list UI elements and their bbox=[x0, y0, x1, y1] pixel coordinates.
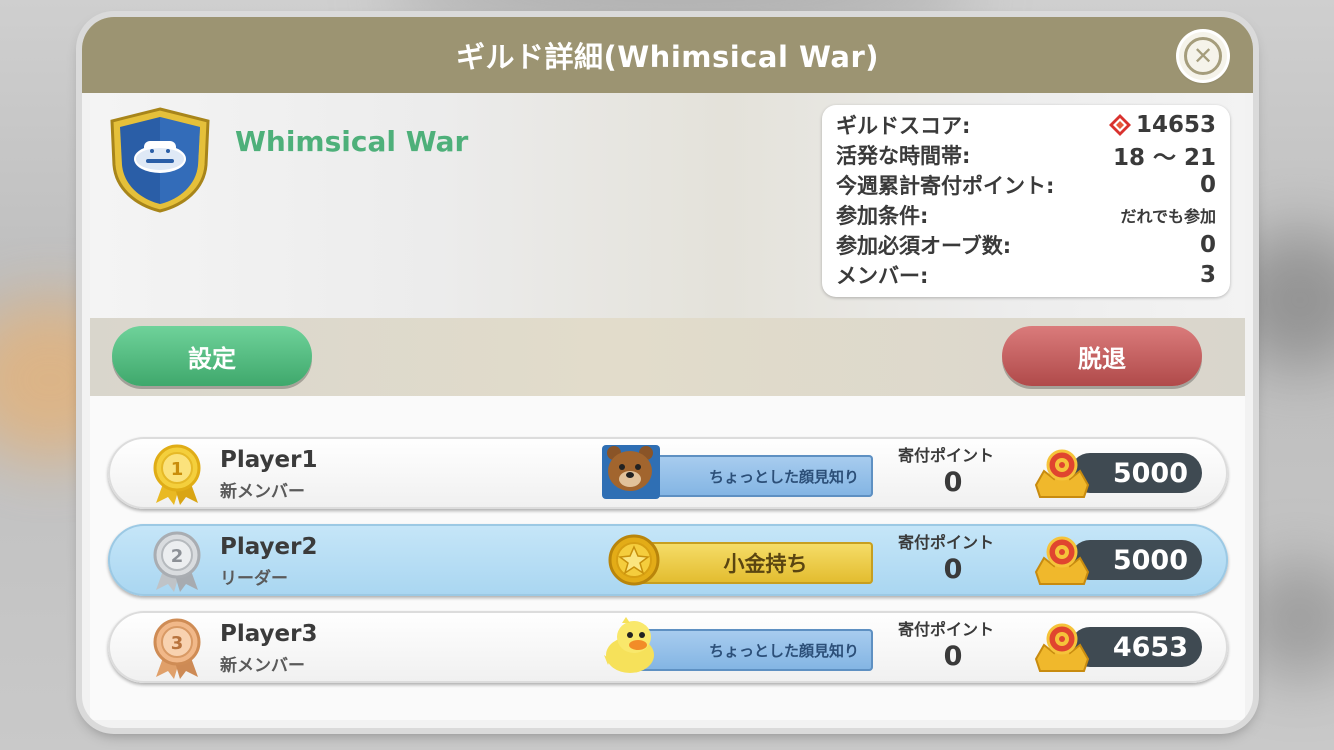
member-row[interactable]: 2 Player2 リーダー 小金持ち 寄付ポイント 0 5000 bbox=[108, 524, 1228, 596]
guild-score-value: 14653 bbox=[1135, 112, 1216, 138]
close-icon: ✕ bbox=[1184, 37, 1222, 75]
gold-rank-medal-icon: 1 bbox=[153, 444, 201, 505]
crown-icon bbox=[1034, 623, 1090, 672]
player-role: 新メンバー bbox=[220, 482, 305, 502]
rank-number: 1 bbox=[171, 459, 184, 480]
action-bar: 設定 脱退 bbox=[90, 318, 1245, 396]
donation-points: 0 bbox=[943, 554, 963, 585]
shield-emblem-icon bbox=[110, 107, 210, 213]
info-row-active-time: 活発な時間帯: 18 ～ 21 bbox=[836, 140, 1216, 171]
donation-points: 0 bbox=[943, 467, 963, 498]
rank-number: 3 bbox=[171, 633, 184, 654]
bronze-rank-medal-icon: 3 bbox=[153, 618, 201, 679]
bear-character-icon bbox=[602, 445, 660, 499]
player-title-badge: ちょっとした顔見知り bbox=[628, 629, 873, 671]
crown-icon bbox=[1034, 449, 1090, 498]
info-row-join-condition: 参加条件: だれでも参加 bbox=[836, 200, 1216, 230]
player-name: Player2 bbox=[220, 534, 318, 560]
gold-coin-star-icon bbox=[608, 534, 660, 586]
info-label: ギルドスコア: bbox=[836, 114, 971, 138]
player-name: Player3 bbox=[220, 621, 318, 647]
player-title-badge: 小金持ち bbox=[628, 542, 873, 584]
player-name: Player1 bbox=[220, 447, 318, 473]
info-row-weekly-donation: 今週累計寄付ポイント: 0 bbox=[836, 170, 1216, 200]
guild-name: Whimsical War bbox=[235, 125, 469, 158]
info-row-required-orbs: 参加必須オーブ数: 0 bbox=[836, 230, 1216, 260]
silver-rank-medal-icon: 2 bbox=[153, 531, 201, 592]
donation-points: 0 bbox=[943, 641, 963, 672]
info-value: 0 bbox=[1199, 172, 1216, 198]
info-label: 参加条件: bbox=[836, 204, 929, 228]
info-label: 参加必須オーブ数: bbox=[836, 234, 1012, 258]
donation-label: 寄付ポイント bbox=[898, 620, 995, 639]
guild-score-gem-icon bbox=[1108, 114, 1131, 136]
close-button[interactable]: ✕ bbox=[1179, 32, 1227, 80]
info-row-members: メンバー: 3 bbox=[836, 260, 1216, 290]
info-label: 今週累計寄付ポイント: bbox=[836, 174, 1055, 198]
dialog-title: ギルド詳細(Whimsical War) bbox=[455, 40, 880, 74]
info-value: 14653 bbox=[1108, 112, 1216, 138]
crown-icon bbox=[1034, 536, 1090, 585]
member-row[interactable]: 3 Player3 新メンバー ちょっとした顔見知り 寄付ポイント 0 4653 bbox=[108, 611, 1228, 683]
info-value: だれでも参加 bbox=[1120, 207, 1216, 226]
info-value: 18 ～ 21 bbox=[1112, 145, 1216, 171]
rank-number: 2 bbox=[171, 546, 184, 567]
donation-label: 寄付ポイント bbox=[898, 533, 995, 552]
dialog-title-bar: ギルド詳細(Whimsical War) ✕ bbox=[82, 17, 1253, 93]
player-title-badge: ちょっとした顔見知り bbox=[628, 455, 873, 497]
donation-label: 寄付ポイント bbox=[898, 446, 995, 465]
member-row[interactable]: 1 Player1 新メンバー ちょっとした顔見知り 寄付ポイント 0 5000 bbox=[108, 437, 1228, 509]
player-role: 新メンバー bbox=[220, 656, 305, 676]
guild-detail-dialog: ギルド詳細(Whimsical War) ✕ Whimsical War ギルド… bbox=[82, 17, 1253, 728]
info-label: 活発な時間帯: bbox=[836, 144, 971, 168]
info-value: 0 bbox=[1199, 232, 1216, 258]
duck-character-icon bbox=[604, 617, 654, 673]
guild-info-panel: ギルドスコア: 14653 活発な時間帯: 18 ～ 21 今週累計寄付ポイント… bbox=[822, 105, 1230, 297]
dialog-content: Whimsical War ギルドスコア: 14653 活発な時間帯: 18 ～… bbox=[90, 93, 1245, 720]
info-label: メンバー: bbox=[836, 264, 929, 288]
leave-guild-button[interactable]: 脱退 bbox=[1002, 326, 1202, 386]
player-role: リーダー bbox=[220, 569, 288, 589]
background-blur bbox=[1240, 560, 1334, 680]
settings-button[interactable]: 設定 bbox=[112, 326, 312, 386]
info-row-score: ギルドスコア: 14653 bbox=[836, 110, 1216, 140]
info-value: 3 bbox=[1199, 262, 1216, 288]
